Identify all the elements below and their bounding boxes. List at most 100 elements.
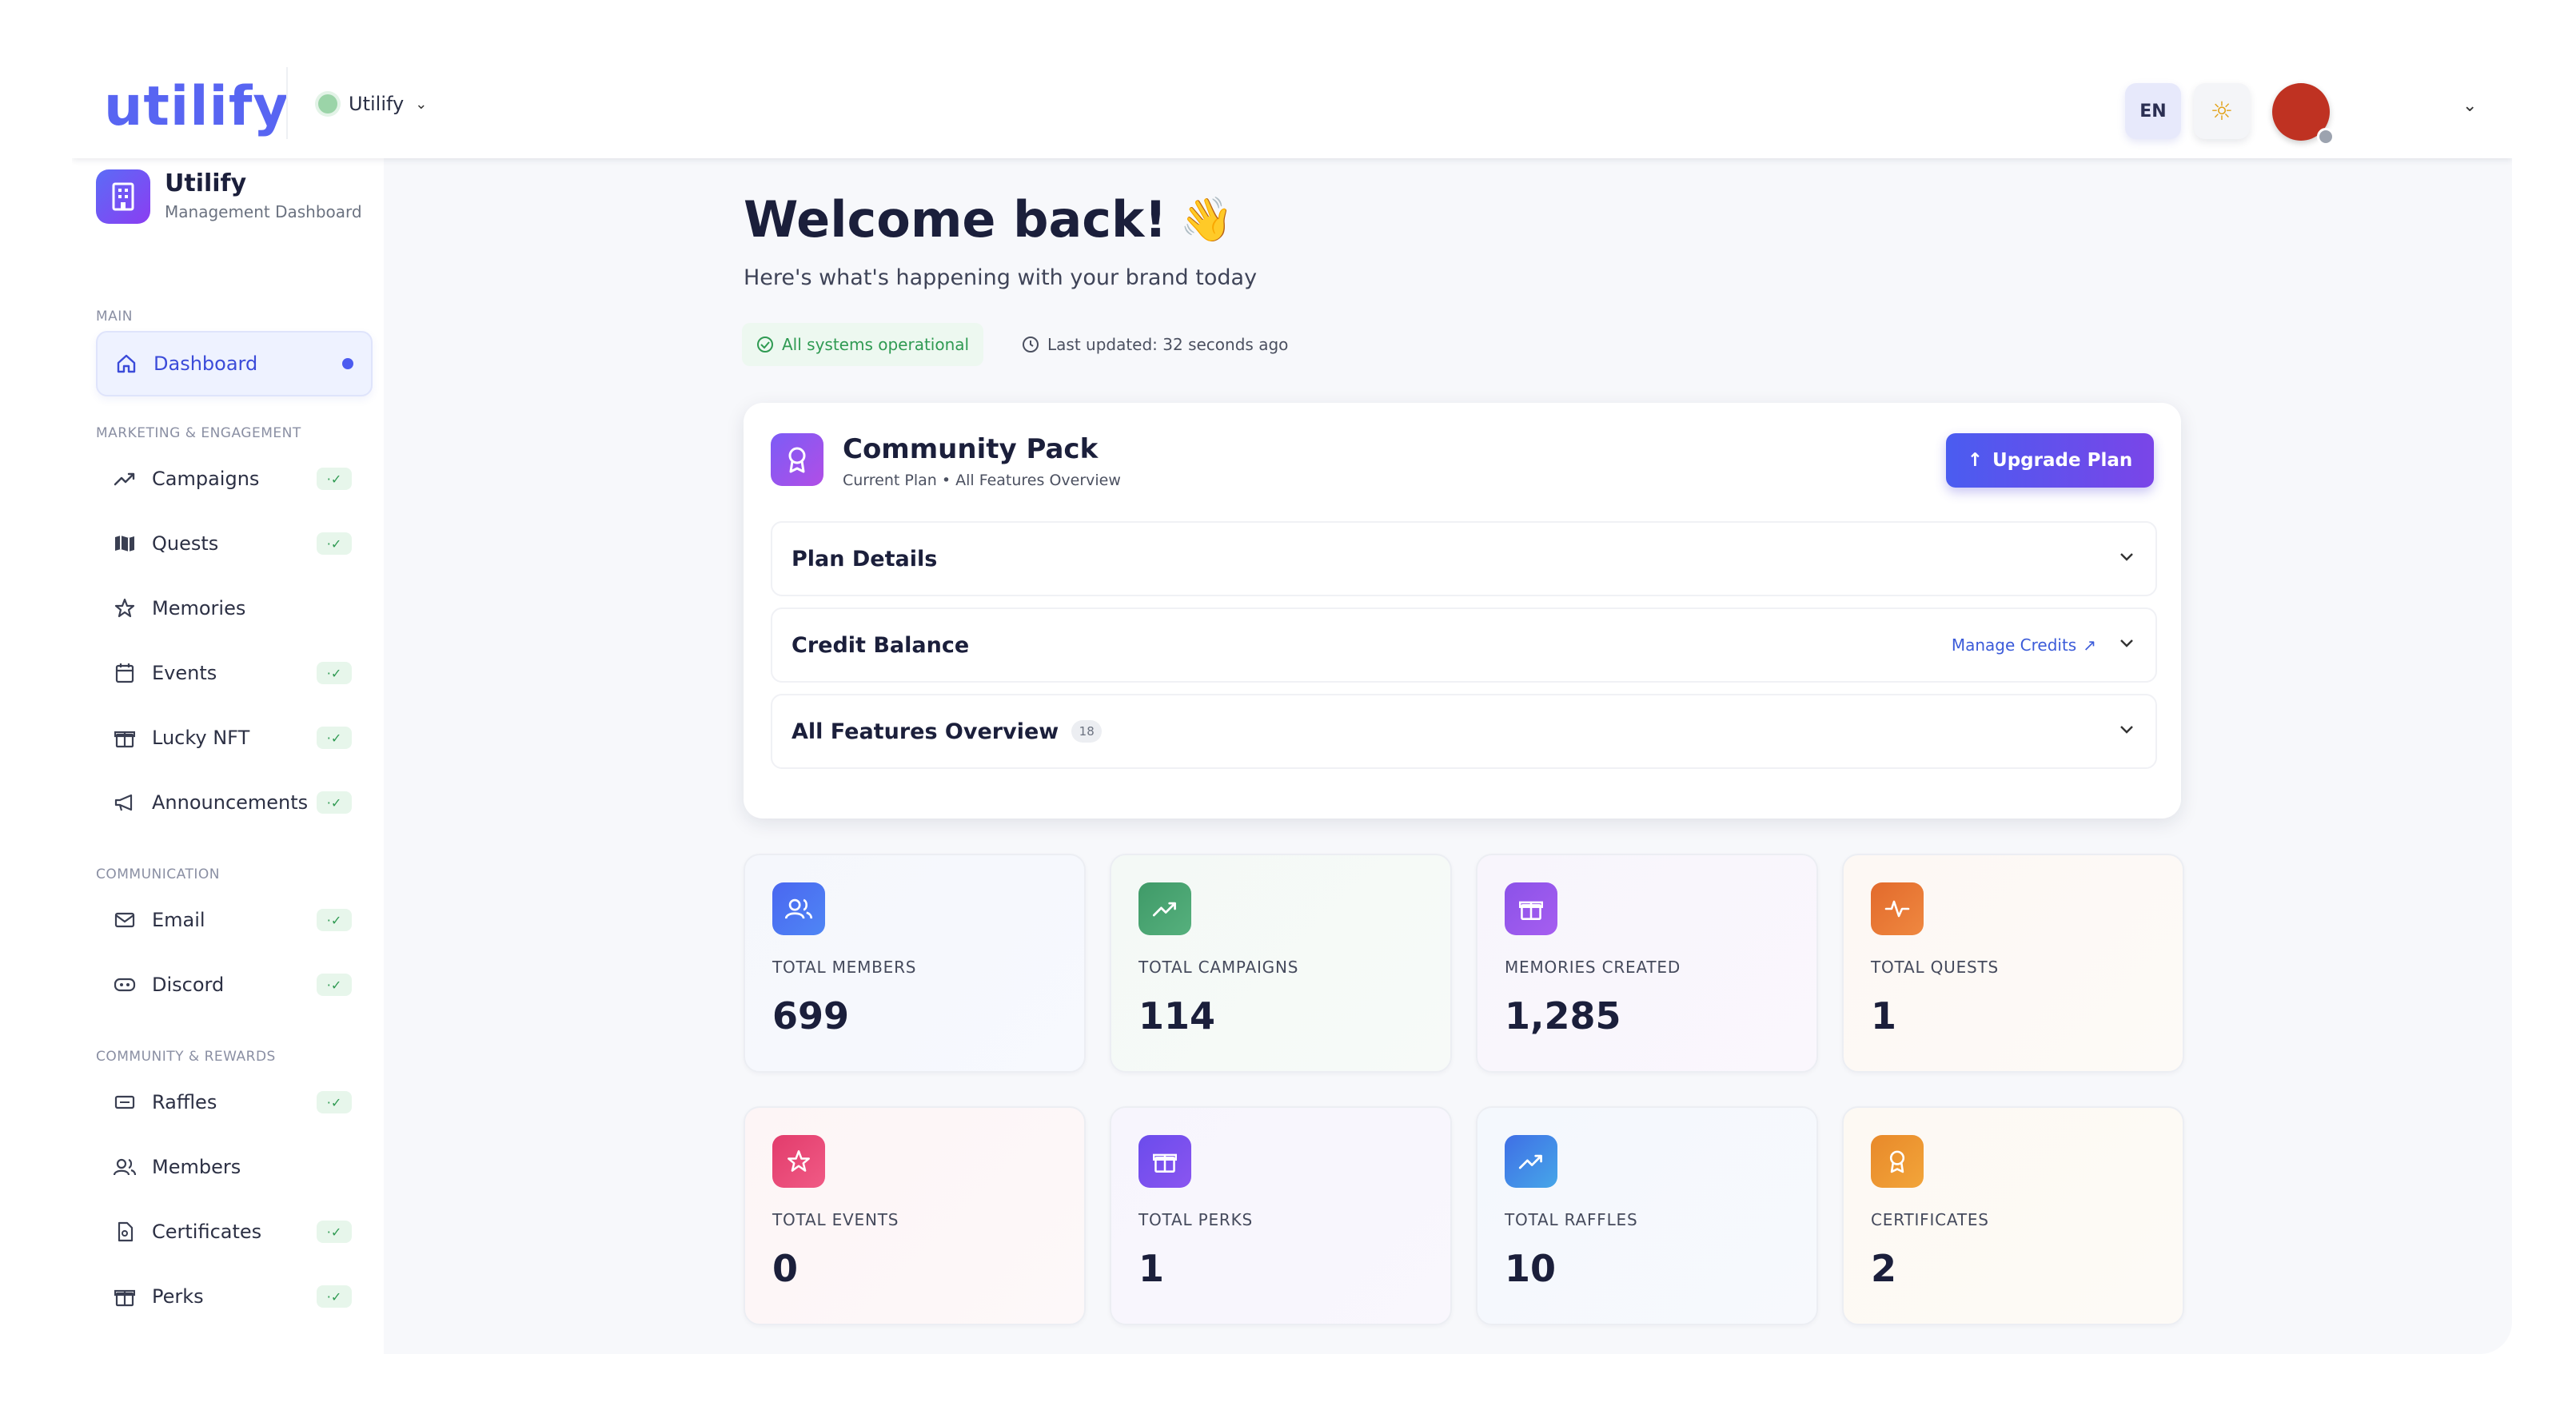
- accordion-plan-details[interactable]: Plan Details: [771, 521, 2157, 596]
- avatar-status-dot: [2317, 128, 2335, 145]
- stat-value: 2: [1871, 1247, 1897, 1290]
- sidebar-item-label: Certificates: [152, 1221, 262, 1243]
- stat-card-total-members[interactable]: TOTAL MEMBERS 699: [744, 854, 1086, 1073]
- top-bar: utilify Utilify ⌄ EN ☼ ⌄: [72, 48, 2512, 158]
- status-badge: ·✓: [317, 791, 352, 814]
- manage-credits-link[interactable]: Manage Credits ↗: [1952, 635, 2096, 655]
- sidebar-item-label: Memories: [152, 597, 246, 619]
- plan-subtitle: Current Plan • All Features Overview: [843, 472, 1121, 489]
- sidebar-item-label: Discord: [152, 974, 225, 996]
- map-icon: [112, 534, 138, 553]
- stat-value: 10: [1505, 1247, 1557, 1290]
- status-badge: ·✓: [317, 1091, 352, 1113]
- sidebar-item-label: Dashboard: [154, 352, 258, 375]
- stat-value: 1,285: [1505, 994, 1621, 1038]
- sidebar-item-certificates[interactable]: Certificates ·✓: [96, 1201, 369, 1263]
- status-badge: ·✓: [317, 727, 352, 749]
- ticket-icon: [112, 1094, 138, 1110]
- users-icon: [112, 1157, 138, 1177]
- last-updated-text: Last updated: 32 seconds ago: [1047, 335, 1289, 354]
- clock-icon: [1023, 337, 1039, 352]
- sidebar-item-events[interactable]: Events ·✓: [96, 642, 369, 704]
- sidebar-item-label: Events: [152, 662, 217, 684]
- sidebar-item-raffles[interactable]: Raffles ·✓: [96, 1071, 369, 1133]
- sidebar-item-members[interactable]: Members: [96, 1136, 369, 1198]
- language-button[interactable]: EN: [2125, 83, 2181, 139]
- building-icon: [96, 169, 150, 224]
- award-icon: [771, 433, 823, 486]
- stat-value: 0: [772, 1247, 799, 1290]
- accordion-title: Credit Balance: [792, 632, 970, 658]
- external-link-icon: ↗: [2083, 635, 2096, 655]
- sidebar-item-label: Quests: [152, 532, 219, 555]
- user-menu-chevron-icon[interactable]: ⌄: [2462, 96, 2477, 116]
- sidebar-item-memories[interactable]: Memories: [96, 577, 369, 639]
- sidebar-item-label: Members: [152, 1156, 241, 1178]
- stat-card-memories-created[interactable]: MEMORIES CREATED 1,285: [1476, 854, 1818, 1073]
- status-badge: ·✓: [317, 974, 352, 996]
- stat-label: MEMORIES CREATED: [1505, 958, 1681, 977]
- stat-value: 1: [1871, 994, 1897, 1038]
- stat-card-total-campaigns[interactable]: TOTAL CAMPAIGNS 114: [1110, 854, 1452, 1073]
- sidebar-item-dashboard[interactable]: Dashboard: [96, 331, 373, 396]
- stat-label: TOTAL RAFFLES: [1505, 1210, 1638, 1229]
- app-logo[interactable]: utilify: [104, 75, 289, 138]
- status-badge: ·✓: [317, 468, 352, 490]
- calendar-icon: [112, 663, 138, 683]
- stat-label: CERTIFICATES: [1871, 1210, 1989, 1229]
- megaphone-icon: [112, 793, 138, 812]
- features-count-badge: 18: [1071, 720, 1103, 743]
- section-label-marketing: MARKETING & ENGAGEMENT: [96, 425, 301, 441]
- stat-card-certificates[interactable]: CERTIFICATES 2: [1842, 1106, 2184, 1325]
- upgrade-plan-button[interactable]: ↑ Upgrade Plan: [1946, 433, 2154, 488]
- stat-card-total-quests[interactable]: TOTAL QUESTS 1: [1842, 854, 2184, 1073]
- users-icon: [772, 882, 825, 935]
- sidebar-item-quests[interactable]: Quests ·✓: [96, 512, 369, 575]
- sidebar-brand: Utilify Management Dashboard: [96, 169, 362, 224]
- stat-value: 1: [1138, 1247, 1165, 1290]
- sidebar-item-announcements[interactable]: Announcements ·✓: [96, 771, 369, 834]
- app-frame: utilify Utilify ⌄ EN ☼ ⌄ Utilify Managem…: [72, 48, 2512, 1354]
- accordion-title: Plan Details: [792, 546, 938, 572]
- gift-icon: [112, 727, 138, 748]
- mail-icon: [112, 912, 138, 928]
- sidebar-item-lucky-nft[interactable]: Lucky NFT ·✓: [96, 707, 369, 769]
- gift-icon: [1138, 1135, 1191, 1188]
- status-badge: ·✓: [317, 1221, 352, 1243]
- stat-card-total-raffles[interactable]: TOTAL RAFFLES 10: [1476, 1106, 1818, 1325]
- section-label-main: MAIN: [96, 309, 134, 325]
- plan-title: Community Pack: [843, 433, 1099, 465]
- brand-status-dot: [318, 94, 337, 114]
- star-icon: [112, 598, 138, 619]
- accordion-credit-balance[interactable]: Credit Balance Manage Credits ↗: [771, 607, 2157, 683]
- sidebar-brand-title: Utilify: [165, 169, 247, 197]
- status-badge: ·✓: [317, 909, 352, 931]
- sun-icon: ☼: [2210, 96, 2234, 126]
- sidebar: Utilify Management Dashboard MAIN Dashbo…: [72, 158, 384, 1354]
- section-label-community: COMMUNITY & REWARDS: [96, 1049, 276, 1065]
- gamepad-icon: [112, 977, 138, 993]
- active-indicator-dot: [342, 358, 353, 369]
- stat-label: TOTAL EVENTS: [772, 1210, 899, 1229]
- sidebar-item-discord[interactable]: Discord ·✓: [96, 954, 369, 1016]
- sidebar-item-email[interactable]: Email ·✓: [96, 889, 369, 951]
- theme-toggle-button[interactable]: ☼: [2194, 83, 2250, 139]
- page-title: Welcome back! 👋: [744, 190, 1234, 249]
- award-icon: [1871, 1135, 1924, 1188]
- status-badge: ·✓: [317, 662, 352, 684]
- trending-up-icon: [1505, 1135, 1557, 1188]
- brand-switcher[interactable]: Utilify ⌄: [318, 88, 427, 120]
- trending-up-icon: [1138, 882, 1191, 935]
- stat-card-total-events[interactable]: TOTAL EVENTS 0: [744, 1106, 1086, 1325]
- accordion-all-features[interactable]: All Features Overview 18: [771, 694, 2157, 769]
- arrow-up-icon: ↑: [1967, 450, 1984, 471]
- stat-value: 699: [772, 994, 850, 1038]
- stat-card-total-perks[interactable]: TOTAL PERKS 1: [1110, 1106, 1452, 1325]
- sidebar-item-campaigns[interactable]: Campaigns ·✓: [96, 448, 369, 510]
- brand-divider: [286, 67, 288, 139]
- sidebar-item-label: Announcements: [152, 791, 309, 814]
- stat-value: 114: [1138, 994, 1216, 1038]
- file-badge-icon: [112, 1221, 138, 1242]
- sidebar-item-perks[interactable]: Perks ·✓: [96, 1265, 369, 1328]
- upgrade-plan-label: Upgrade Plan: [1992, 450, 2133, 471]
